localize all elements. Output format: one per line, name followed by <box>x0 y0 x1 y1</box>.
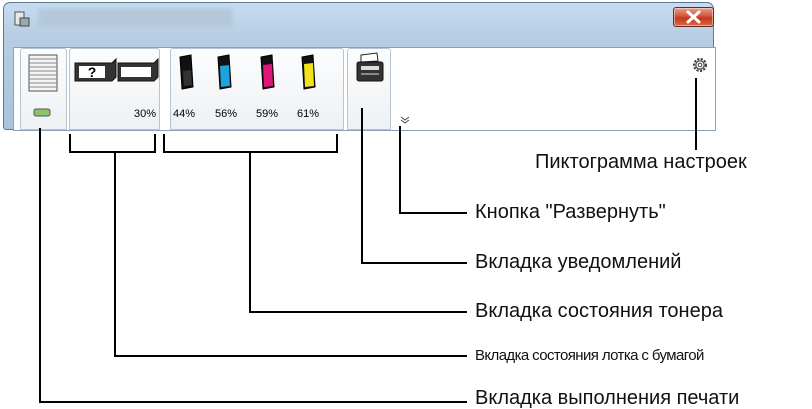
callout-settings-icon: Пиктограмма настроек <box>535 151 747 173</box>
callout-print-progress-tab: Вкладка выполнения печати <box>475 387 740 409</box>
callout-toner-status-tab: Вкладка состояния тонера <box>475 300 723 322</box>
callout-expand-button: Кнопка "Развернуть" <box>475 201 666 223</box>
callout-paper-tray-status-tab: Вкладка состояния лотка с бумагой <box>475 347 704 364</box>
callout-notification-tab: Вкладка уведомлений <box>475 251 682 273</box>
callout-leader-lines <box>39 78 697 403</box>
